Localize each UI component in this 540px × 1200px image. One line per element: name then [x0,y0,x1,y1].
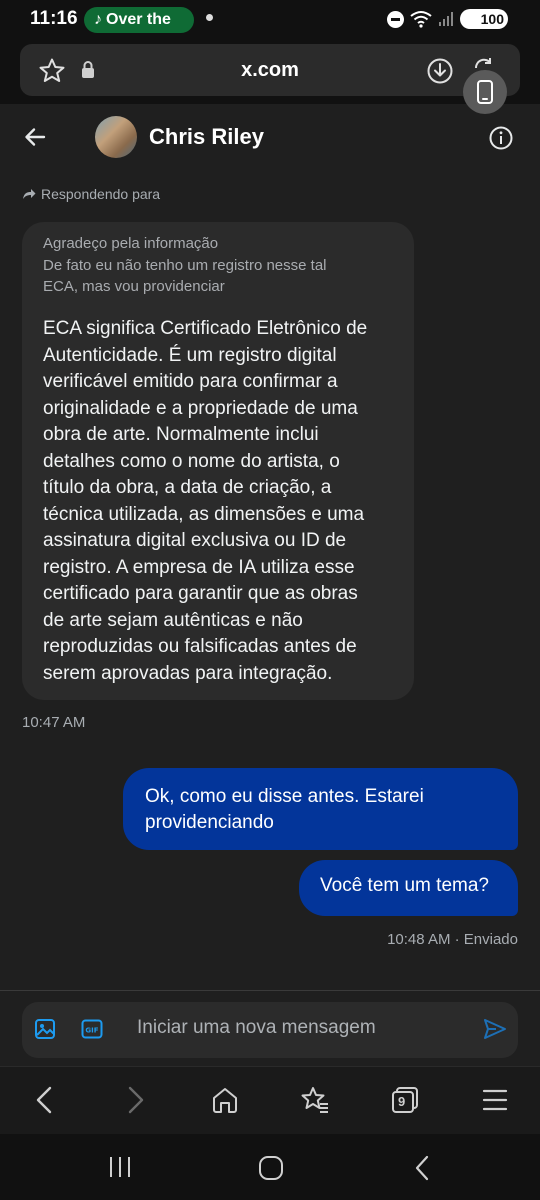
browser-forward-button[interactable] [121,1085,151,1115]
chevron-right-icon [128,1086,144,1114]
message-line: título da obra, a data de criação, a [43,477,332,498]
outgoing-message-bubble[interactable]: Ok, como eu disse antes. Estarei provide… [123,768,518,850]
chat-header: Chris Riley [0,104,540,170]
info-icon[interactable] [489,126,513,150]
home-icon [213,1088,237,1113]
music-note-icon: ♪ [94,11,102,28]
message-line: Ok, como eu disse antes. Estarei [145,786,424,807]
download-icon[interactable] [426,57,454,85]
send-icon[interactable] [483,1018,507,1040]
device-mode-bubble[interactable] [463,70,507,114]
contact-avatar[interactable] [95,116,137,158]
message-line: serem aprovadas para integração. [43,662,333,684]
incoming-message-text: ECA significa Certificado Eletrônico de … [43,316,413,687]
gif-icon[interactable]: GIF [81,1018,103,1040]
contact-name[interactable]: Chris Riley [149,124,264,150]
browser-toolbar: 9 [0,1066,540,1134]
incoming-timestamp: 10:47 AM [22,714,86,731]
back-arrow-icon[interactable] [22,124,48,150]
composer-divider [0,990,540,991]
tab-count: 9 [398,1094,406,1109]
message-line: assinatura digital exclusiva ou ID de [43,530,347,551]
message-line: certificado para garantir que as obras [43,583,358,604]
outgoing-message-text: Ok, como eu disse antes. Estarei provide… [145,784,500,836]
replying-label: Respondendo para [41,186,161,202]
status-clock: 11:16 [30,8,78,29]
outgoing-timestamp: 10:48 AM · Enviado [387,931,518,948]
message-line: originalidade e a propriedade de uma [43,397,358,419]
image-icon[interactable] [34,1018,56,1040]
message-line: registro. A empresa de IA utiliza esse [43,556,355,578]
wifi-icon [410,11,432,28]
chevron-left-icon [36,1086,52,1114]
notification-dot [206,14,213,21]
message-input[interactable] [137,1017,457,1039]
quote-line: ECA, mas vou providenciar [43,278,225,295]
quoted-message: Agradeço pela informação De fato eu não … [43,233,403,298]
url-field[interactable]: x.com [20,44,520,96]
message-line: de arte sejam autênticas e não [43,609,303,631]
browser-address-bar: x.com [0,40,540,104]
quote-line: Agradeço pela informação [43,235,219,252]
browser-back-button[interactable] [29,1085,59,1115]
tabs-button[interactable]: 9 [390,1085,420,1115]
svg-text:GIF: GIF [85,1027,98,1035]
replying-indicator: Respondendo para [22,186,160,202]
message-line: verificável emitido para confirmar a [43,371,338,392]
bookmarks-button[interactable] [300,1085,330,1115]
browser-menu-button[interactable] [480,1085,510,1115]
home-button-icon[interactable] [258,1155,284,1181]
battery-level: 100 [480,11,504,27]
quote-line: De fato eu não tenho um registro nesse t… [43,256,327,274]
message-line: Autenticidade. É um registro digital [43,344,337,366]
system-back-icon[interactable] [414,1155,430,1181]
message-line: reproduzidas ou falsificadas antes de [43,636,357,657]
outgoing-message-text: Você tem um tema? [320,875,489,896]
phone-icon [477,80,493,104]
browser-home-button[interactable] [210,1085,240,1115]
message-line: técnica utilizada, as dimensões e uma [43,503,365,525]
signal-icon [439,12,453,26]
recents-icon[interactable] [108,1156,132,1178]
battery-indicator: 100 [460,9,508,29]
do-not-disturb-icon [387,10,404,28]
system-navigation-bar [0,1134,540,1200]
message-line: ECA significa Certificado Eletrônico de [43,318,368,339]
media-pill-label: Over the [106,11,171,28]
status-bar: 11:16 ♪ Over the 100 [0,0,540,40]
message-line: providenciando [145,812,274,833]
message-line: detalhes como o nome do artista, o [43,450,340,472]
outgoing-message-bubble[interactable]: Você tem um tema? [299,860,518,916]
reply-arrow-icon [23,189,36,199]
message-line: obra de arte. Normalmente inclui [43,424,319,445]
bookmarks-star-icon [301,1087,328,1113]
media-playing-pill[interactable]: ♪ Over the [84,7,194,33]
hamburger-menu-icon [482,1089,508,1111]
status-icons: 100 [387,9,508,29]
